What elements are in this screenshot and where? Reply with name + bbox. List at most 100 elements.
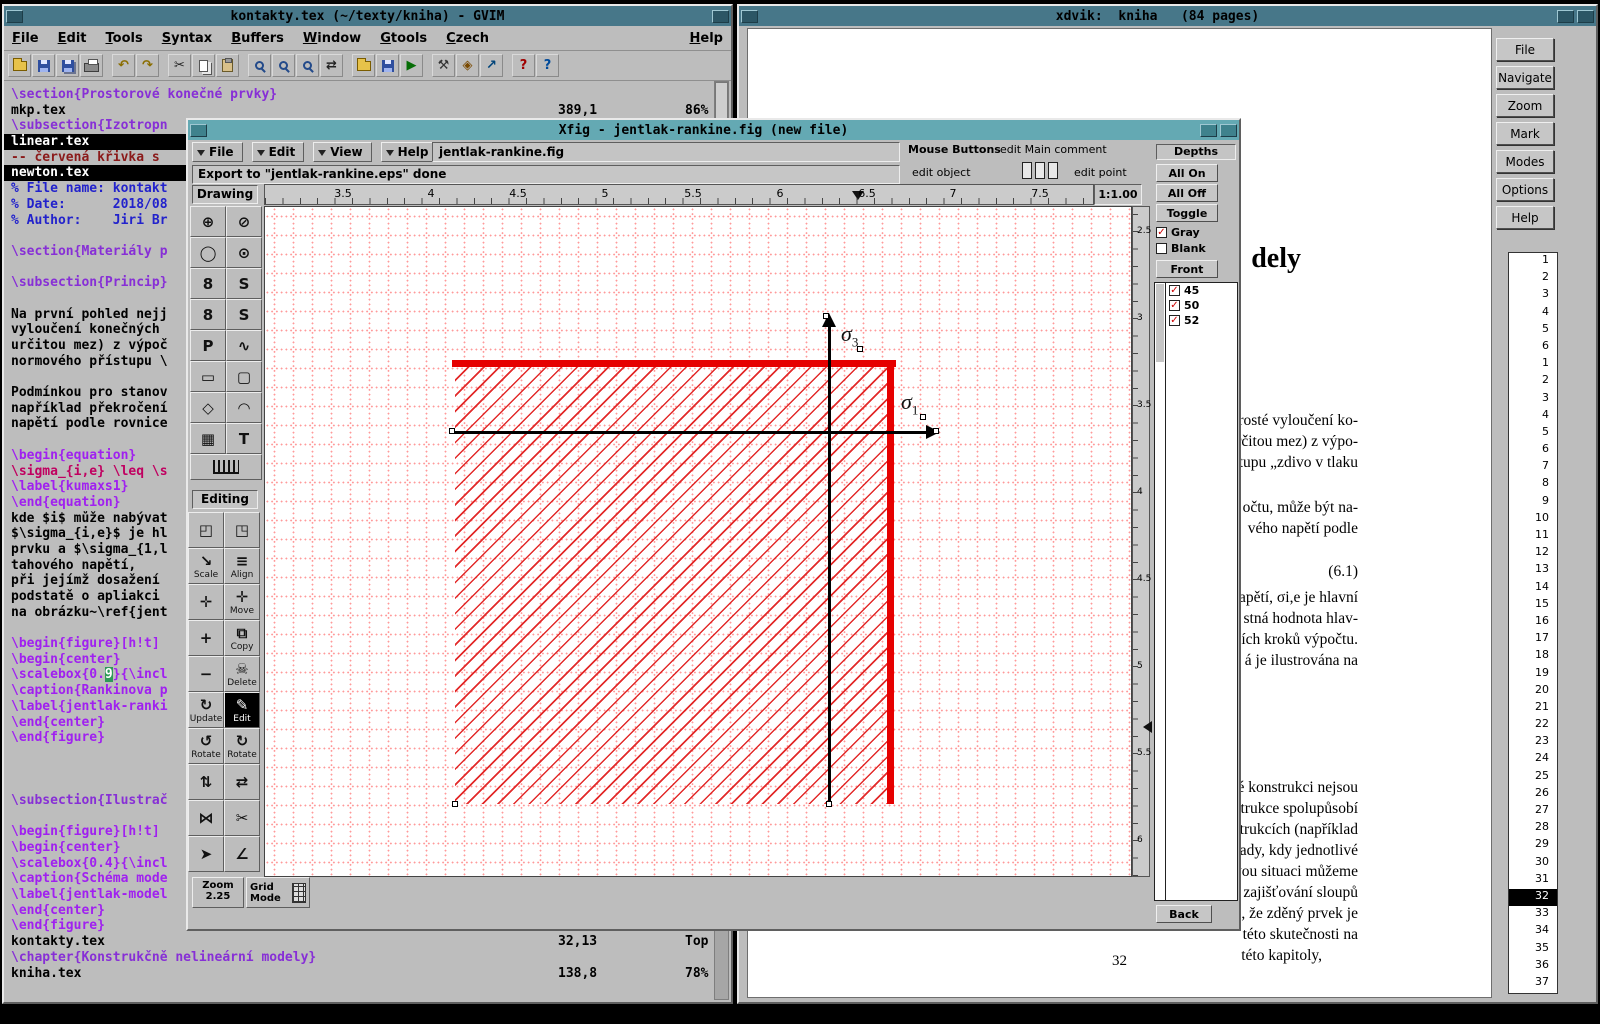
xdvi-mark-button[interactable]: Mark [1496,122,1554,145]
gvim-toolbar-save-button[interactable] [32,54,55,77]
tool-interp-spline[interactable]: S [226,299,262,330]
gvim-toolbar-find-help-button[interactable]: ? [536,54,559,77]
page-list-item[interactable]: 20 [1509,683,1557,700]
page-list-item[interactable]: 7 [1509,459,1557,476]
page-list-item[interactable]: 3 [1509,391,1557,408]
gvim-toolbar-redo-button[interactable]: ↷ [136,54,159,77]
xfig-menu-file[interactable]: File [192,142,243,162]
page-list-item[interactable]: 12 [1509,545,1557,562]
gvim-toolbar-undo-button[interactable]: ↶ [112,54,135,77]
tool-text[interactable]: T [226,423,262,454]
page-list-item[interactable]: 23 [1509,734,1557,751]
page-list-item[interactable]: 34 [1509,923,1557,940]
depth-list-item[interactable]: ✓50 [1169,298,1237,313]
gvim-toolbar-find-next-button[interactable] [272,54,295,77]
tool-closed-spline[interactable]: 8 [190,268,226,299]
page-list-item[interactable]: 25 [1509,769,1557,786]
gvim-menu-window[interactable]: Window [303,31,361,46]
page-list[interactable]: 1234561234567891011121314151617181920212… [1508,252,1558,994]
page-list-item[interactable]: 11 [1509,528,1557,545]
xdvi-zoom-button[interactable]: Zoom [1496,94,1554,117]
xfig-titlebar[interactable]: Xfig - jentlak-rankine.fig (new file) [188,120,1239,140]
gvim-toolbar-find-button[interactable] [248,54,271,77]
window-menu-button[interactable] [190,124,207,137]
gvim-toolbar-find-prev-button[interactable] [296,54,319,77]
page-list-item[interactable]: 32 [1509,889,1557,906]
tool-delete-point[interactable]: − [188,656,224,692]
xdvi-options-button[interactable]: Options [1496,178,1554,201]
page-list-item[interactable]: 1 [1509,356,1557,373]
iconify-button[interactable] [1200,124,1217,137]
zoom-control[interactable]: Zoom 2.25 [192,877,244,908]
tool-rotate-cw[interactable]: ↻Rotate [224,728,260,764]
front-button[interactable]: Front [1156,260,1218,278]
page-list-item[interactable]: 8 [1509,476,1557,493]
page-list-item[interactable]: 37 [1509,975,1557,992]
page-list-item[interactable]: 1 [1509,253,1557,270]
tool-polyline[interactable]: ∿ [226,330,262,361]
gvim-toolbar-run-script-button[interactable]: ▶ [400,54,423,77]
page-list-item[interactable]: 17 [1509,631,1557,648]
gvim-toolbar-print-button[interactable] [80,54,103,77]
xdvi-help-button[interactable]: Help [1496,206,1554,229]
tool-align[interactable]: ≡Align [224,548,260,584]
back-button[interactable]: Back [1156,905,1212,923]
tool-ellipse-by-radius[interactable]: ◯ [190,237,226,268]
page-list-item[interactable]: 19 [1509,666,1557,683]
tool-circle-by-radius[interactable]: ⊕ [190,206,226,237]
page-list-item[interactable]: 4 [1509,305,1557,322]
page-list-item[interactable]: 35 [1509,941,1557,958]
maximize-button[interactable] [1220,124,1237,137]
page-list-item[interactable]: 29 [1509,837,1557,854]
page-list-item[interactable]: 31 [1509,872,1557,889]
gvim-toolbar-make-button[interactable]: ⚒ [432,54,455,77]
gvim-menu-help[interactable]: Help [690,31,723,46]
tool-edit[interactable]: ✎Edit [224,692,260,728]
page-list-item[interactable]: 4 [1509,408,1557,425]
depths-all-on-button[interactable]: All On [1156,164,1218,182]
depth-list-scrollbar[interactable] [1155,283,1166,900]
gvim-menu-syntax[interactable]: Syntax [162,31,212,46]
tool-open-compound[interactable]: ◳ [224,512,260,548]
page-list-item[interactable]: 27 [1509,803,1557,820]
gvim-toolbar-jump-tag-button[interactable]: ↗ [480,54,503,77]
tool-polygon[interactable]: P [190,330,226,361]
gvim-toolbar-copy-button[interactable] [192,54,215,77]
top-ruler[interactable]: 3.544.555.566.577.5 [264,184,1094,205]
gvim-menu-gtools[interactable]: Gtools [380,31,427,46]
page-list-item[interactable]: 6 [1509,442,1557,459]
iconify-button[interactable] [1557,10,1574,23]
tool-copy[interactable]: ⧉Copy [224,620,260,656]
tool-flip-horizontal[interactable]: ⇄ [224,764,260,800]
gvim-toolbar-help-button[interactable]: ? [512,54,535,77]
xdvi-modes-button[interactable]: Modes [1496,150,1554,173]
depth-list-item[interactable]: ✓45 [1169,283,1237,298]
gvim-toolbar-load-session-button[interactable] [352,54,375,77]
gvim-titlebar[interactable]: kontakty.tex (~/texty/kniha) - GVIM [4,6,731,26]
gvim-toolbar-open-button[interactable] [8,54,31,77]
xdvi-titlebar[interactable]: xdvik: kniha (84 pages) [739,6,1596,26]
page-list-item[interactable]: 5 [1509,322,1557,339]
gvim-toolbar-find-replace-button[interactable]: ⇄ [320,54,343,77]
page-list-item[interactable]: 3 [1509,287,1557,304]
page-list-item[interactable]: 13 [1509,562,1557,579]
tool-add-point[interactable]: + [188,620,224,656]
gvim-menu-czech[interactable]: Czech [446,31,489,46]
window-menu-button[interactable] [6,10,23,23]
tool-convert[interactable]: ⋈ [188,800,224,836]
tool-scale[interactable]: ↘Scale [188,548,224,584]
tool-scale-compound[interactable]: ◰ [188,512,224,548]
page-list-item[interactable]: 21 [1509,700,1557,717]
depths-all-off-button[interactable]: All Off [1156,184,1218,202]
xfig-canvas[interactable]: σ3 σ1 [264,206,1132,877]
tool-move-point[interactable]: ✛ [188,584,224,620]
right-ruler[interactable]: 2.533.544.555.56 [1132,206,1150,877]
page-list-item[interactable]: 36 [1509,958,1557,975]
tool-arc[interactable]: ◠ [226,392,262,423]
maximize-button[interactable] [1577,10,1594,23]
page-list-item[interactable]: 16 [1509,614,1557,631]
page-list-item[interactable]: 2 [1509,373,1557,390]
page-list-item[interactable]: 14 [1509,580,1557,597]
page-list-item[interactable]: 15 [1509,597,1557,614]
depths-toggle-button[interactable]: Toggle [1156,204,1218,222]
